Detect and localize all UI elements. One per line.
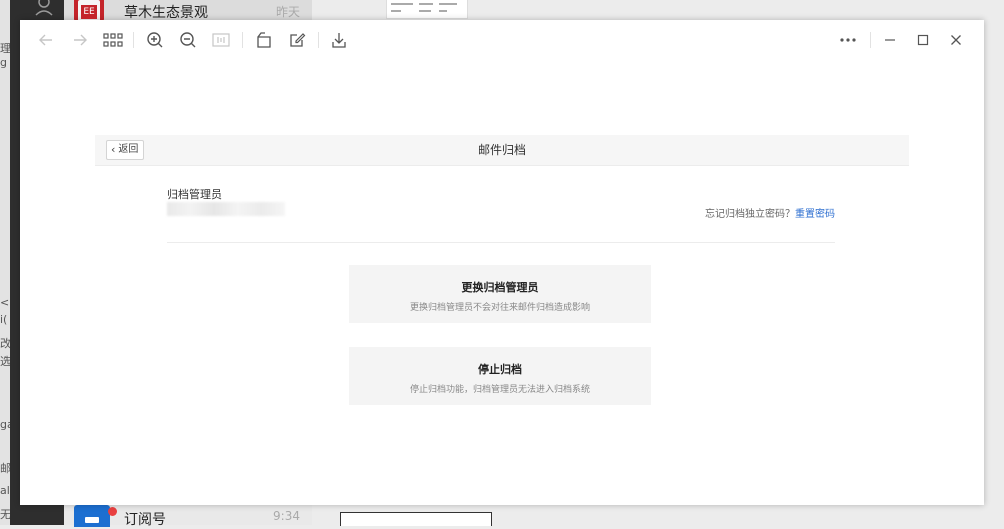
viewer-content: ‹ 返回 邮件归档 归档管理员 忘记归档独立密码？重置密码 更换归档管理员 更换… (20, 60, 984, 505)
rotate-icon[interactable] (252, 28, 276, 52)
maximize-icon[interactable] (911, 28, 935, 52)
minimize-icon[interactable] (878, 28, 902, 52)
download-icon[interactable] (327, 28, 351, 52)
mail-archive-page: ‹ 返回 邮件归档 归档管理员 忘记归档独立密码？重置密码 更换归档管理员 更换… (95, 135, 909, 405)
card-description: 停止归档功能，归档管理员无法进入归档系统 (409, 385, 590, 395)
clipped-text: 理 (0, 42, 10, 55)
edit-icon[interactable] (285, 28, 309, 52)
forgot-password-text: 忘记归档独立密码？重置密码 (705, 205, 835, 220)
clipped-text: ga (0, 418, 10, 431)
clipped-text: all (0, 484, 10, 497)
forgot-password-prompt: 忘记归档独立密码？ (705, 209, 795, 220)
forward-arrow-icon[interactable] (68, 28, 92, 52)
admin-value-redacted (167, 202, 285, 216)
change-admin-card[interactable]: 更换归档管理员 更换归档管理员不会对往来邮件归档造成影响 (349, 265, 651, 323)
clipped-text: < (0, 296, 10, 309)
clipped-text: 选 (0, 355, 10, 368)
zoom-out-icon[interactable] (176, 28, 200, 52)
more-icon[interactable] (836, 28, 860, 52)
toolbar-divider (870, 32, 871, 48)
subscription-avatar (74, 505, 110, 527)
viewer-window: ‹ 返回 邮件归档 归档管理员 忘记归档独立密码？重置密码 更换归档管理员 更换… (20, 20, 984, 505)
contacts-icon[interactable] (34, 0, 56, 16)
list-item-time: 昨天 (275, 5, 300, 19)
clipped-text: 邮 (0, 462, 10, 475)
toolbar-divider (242, 32, 243, 48)
viewer-toolbar (20, 20, 984, 60)
clipped-text: 改 (0, 337, 10, 350)
reset-password-link[interactable]: 重置密码 (795, 209, 835, 220)
left-edge-strip: 理 g < i( 改 选 ga 邮 all 无 (0, 0, 10, 525)
back-arrow-icon[interactable] (34, 28, 58, 52)
document-thumbnail (340, 512, 492, 526)
zoom-in-icon[interactable] (143, 28, 167, 52)
toolbar-divider (133, 32, 134, 48)
archive-header: ‹ 返回 邮件归档 (95, 135, 909, 166)
list-item-time: 9:34 (273, 509, 300, 523)
grid-icon[interactable] (101, 28, 125, 52)
archive-admin-section: 归档管理员 忘记归档独立密码？重置密码 (167, 186, 835, 243)
card-title: 更换归档管理员 (461, 281, 539, 294)
toolbar-divider (318, 32, 319, 48)
document-thumbnail (386, 0, 468, 19)
list-item-name: 草木生态景观 (124, 5, 208, 21)
list-item[interactable]: 订阅号 9:34 (64, 505, 312, 528)
card-title: 停止归档 (478, 363, 522, 376)
unread-dot (108, 507, 117, 516)
list-item[interactable]: EE 草木生态景观 昨天 (64, 0, 312, 22)
clipped-text: i( (0, 313, 8, 326)
close-icon[interactable] (944, 28, 968, 52)
clipped-text: 无 (0, 508, 10, 521)
fit-width-icon[interactable] (209, 28, 233, 52)
card-description: 更换归档管理员不会对往来邮件归档造成影响 (409, 303, 590, 313)
clipped-text: g (0, 56, 7, 69)
stop-archive-card[interactable]: 停止归档 停止归档功能，归档管理员无法进入归档系统 (349, 347, 651, 405)
admin-label: 归档管理员 (167, 188, 222, 201)
page-title: 邮件归档 (477, 143, 526, 157)
list-item-name: 订阅号 (124, 512, 166, 528)
account-avatar: EE (74, 0, 104, 22)
